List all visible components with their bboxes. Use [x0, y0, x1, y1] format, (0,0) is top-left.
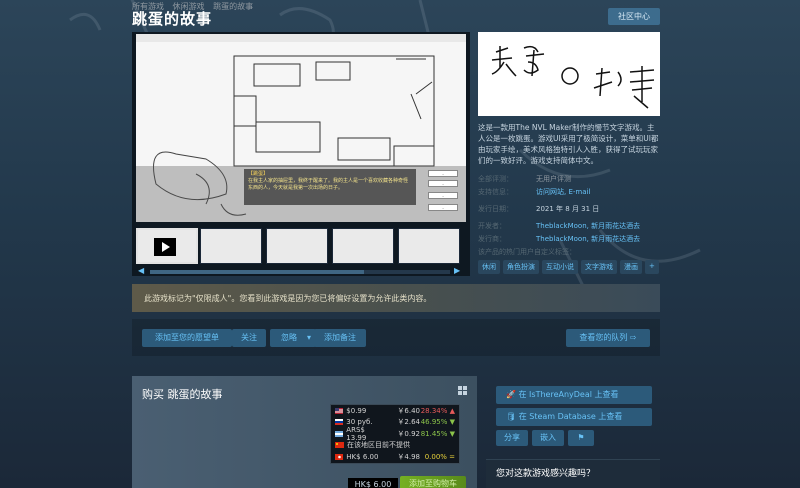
info-label: 开发者：	[478, 221, 506, 230]
hk-flag-icon	[335, 453, 344, 460]
regional-price-comparison: $0.99 ￥6.40 28.34% ▲ 30 руб. ￥2.64 46.95…	[330, 404, 460, 464]
unavailable-text: 在该地区目前不提供	[347, 441, 410, 450]
thumbnail-strip	[132, 228, 470, 266]
converted-price: ￥0.92	[397, 429, 420, 438]
info-row-release-date: 发行日期： 2021 年 8 月 31 日	[478, 202, 660, 215]
play-icon	[154, 238, 176, 256]
add-to-wishlist-button[interactable]: 添加至您的愿望单	[142, 329, 232, 347]
scroll-right-arrow-icon[interactable]: ▶	[454, 266, 460, 275]
price-row-us: $0.99 ￥6.40 28.34% ▲	[331, 405, 459, 417]
view-queue-button[interactable]: 查看您的队列 ⇨	[566, 329, 650, 347]
purchase-title: 购买 跳蛋的故事	[142, 388, 223, 401]
info-row-publisher: 发行商： TheblackMoon, 新月雨花达酒去	[478, 232, 660, 245]
isthereanydeal-button[interactable]: 🚀 在 IsThereAnyDeal 上查看	[496, 386, 652, 404]
game-info-panel: 这是一款用The NVL Maker制作的慢节文字游戏。主人公是一枚跳蛋。游戏U…	[478, 32, 660, 274]
steamdb-button[interactable]: 🛢 在 Steam Database 上查看	[496, 408, 652, 426]
mature-content-notice: 此游戏标记为"仅限成人"。您看到此游戏是因为您已将偏好设置为允许此类内容。	[132, 284, 660, 312]
info-label: 发行日期：	[478, 204, 513, 213]
header-image	[478, 32, 660, 116]
price-row-hk: HK$ 6.00 ￥4.98 0.00% =	[331, 451, 459, 463]
screenshot-thumbnail[interactable]	[332, 228, 394, 264]
info-label: 发行商：	[478, 234, 506, 243]
tag[interactable]: 角色扮演	[503, 260, 539, 274]
cn-flag-icon	[335, 442, 344, 449]
info-row-developer: 开发者： TheblackMoon, 新月雨花达酒去	[478, 219, 660, 232]
isthereanydeal-label: 在 IsThereAnyDeal 上查看	[518, 390, 619, 399]
support-links[interactable]: 访问网站, E-mail	[536, 187, 590, 197]
action-bar: 添加至您的愿望单 关注 忽略 ▾ 添加备注 查看您的队列 ⇨	[132, 319, 660, 356]
tags-label: 该产品的热门用户自定义标签：	[478, 248, 576, 256]
main-screenshot[interactable]: 【跳蛋】 在我主人家的抽屉里，我终于醒来了。我的主人是一个喜欢收藏各种奇怪东西的…	[136, 34, 466, 222]
embed-button[interactable]: 嵌入	[532, 430, 564, 446]
purchase-panel: 购买 跳蛋的故事 $0.99 ￥6.40 28.34% ▲ 30 руб. ￥2…	[132, 376, 477, 488]
thumbnail-scrollbar[interactable]: ◀ ▶	[132, 266, 470, 276]
choice-button: .	[428, 170, 458, 177]
screenshot-thumbnail[interactable]	[266, 228, 328, 264]
info-value: 无用户评测	[536, 174, 571, 183]
breadcrumb-item[interactable]: 跳蛋的故事	[213, 2, 253, 11]
price-row-ar: ARS$ 13.99 ￥0.92 81.45% ▼	[331, 426, 459, 442]
add-note-button[interactable]: 添加备注	[314, 329, 366, 347]
dialogue-speaker: 【跳蛋】	[248, 171, 269, 177]
add-tag-button[interactable]: +	[645, 260, 659, 274]
steamdb-label: 在 Steam Database 上查看	[518, 412, 623, 421]
release-date: 2021 年 8 月 31 日	[536, 204, 600, 213]
screenshot-thumbnail[interactable]	[200, 228, 262, 264]
converted-price: ￥2.64	[397, 418, 420, 427]
view-queue-label: 查看您的队列	[579, 333, 628, 342]
price-difference: 0.00% =	[424, 452, 456, 461]
tag-list: 休闲 角色扮演 互动小说 文字游戏 漫画 +	[478, 260, 660, 274]
game-price: HK$ 6.00	[348, 478, 398, 488]
windows-platform-icon	[458, 386, 467, 395]
price-difference: 28.34% ▲	[420, 406, 456, 415]
page-title: 跳蛋的故事	[132, 10, 213, 28]
info-row-reviews: 全部评测： 无用户评测	[478, 172, 660, 185]
info-label: 支持信息：	[478, 187, 513, 196]
dialogue-box: 【跳蛋】 在我主人家的抽屉里，我终于醒来了。我的主人是一个喜欢收藏各种奇怪东西的…	[244, 169, 416, 205]
game-info-list: 全部评测： 无用户评测 支持信息： 访问网站, E-mail 发行日期： 202…	[478, 172, 660, 245]
choice-button: .	[428, 180, 458, 187]
rocket-icon: 🚀	[506, 390, 519, 399]
local-price: HK$ 6.00	[346, 452, 379, 461]
flag-icon[interactable]: ⚑	[568, 430, 594, 446]
community-hub-button[interactable]: 社区中心	[608, 8, 660, 25]
price-difference: 81.45% ▼	[420, 429, 456, 438]
tag[interactable]: 休闲	[478, 260, 500, 274]
choice-button: .	[428, 204, 458, 211]
database-icon: 🛢	[506, 412, 519, 421]
tag[interactable]: 漫画	[620, 260, 642, 274]
converted-price: ￥6.40	[397, 406, 420, 415]
ar-flag-icon	[335, 430, 344, 437]
add-to-cart-button[interactable]: 添加至购物车	[400, 476, 466, 488]
scroll-left-arrow-icon[interactable]: ◀	[138, 266, 144, 275]
interest-prompt: 您对这款游戏感兴趣吗？	[486, 459, 660, 488]
us-flag-icon	[335, 407, 344, 414]
local-price: $0.99	[346, 406, 367, 415]
developer-link[interactable]: TheblackMoon, 新月雨花达酒去	[536, 221, 640, 231]
screenshot-thumbnail[interactable]	[398, 228, 460, 264]
dialogue-text: 在我主人家的抽屉里，我终于醒来了。我的主人是一个喜欢收藏各种奇怪东西的人，今天就…	[248, 178, 409, 191]
tag[interactable]: 互动小说	[542, 260, 578, 274]
media-viewer: 【跳蛋】 在我主人家的抽屉里，我终于醒来了。我的主人是一个喜欢收藏各种奇怪东西的…	[132, 32, 470, 276]
converted-price: ￥4.98	[397, 452, 420, 461]
external-links: 🚀 在 IsThereAnyDeal 上查看 🛢 在 Steam Databas…	[496, 386, 652, 446]
ru-flag-icon	[335, 419, 344, 426]
follow-button[interactable]: 关注	[232, 329, 266, 347]
arrow-right-icon: ⇨	[629, 333, 637, 342]
info-row-support: 支持信息： 访问网站, E-mail	[478, 185, 660, 198]
video-thumbnail[interactable]	[136, 228, 198, 264]
share-row: 分享 嵌入 ⚑	[496, 430, 652, 446]
price-row-cn: 在该地区目前不提供	[331, 440, 459, 452]
game-description: 这是一款用The NVL Maker制作的慢节文字游戏。主人公是一枚跳蛋。游戏U…	[478, 123, 659, 165]
publisher-link[interactable]: TheblackMoon, 新月雨花达酒去	[536, 234, 640, 244]
price-difference: 46.95% ▼	[420, 418, 456, 427]
share-button[interactable]: 分享	[496, 430, 528, 446]
choice-button: .	[428, 192, 458, 199]
tag[interactable]: 文字游戏	[581, 260, 617, 274]
header-handwritten-title	[491, 45, 655, 109]
info-label: 全部评测：	[478, 174, 513, 183]
scroll-thumb[interactable]	[150, 270, 364, 274]
